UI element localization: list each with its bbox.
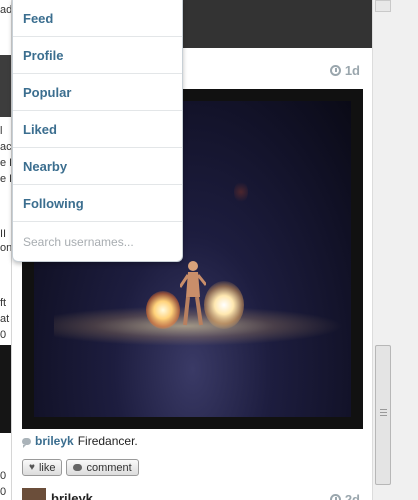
menu-item-nearby[interactable]: Nearby	[13, 148, 182, 185]
photo-fire-right	[204, 281, 244, 329]
search-usernames-input[interactable]	[23, 235, 173, 249]
clock-icon	[329, 494, 341, 500]
scrollbar-grip	[380, 409, 387, 410]
left-fragment: II	[0, 228, 7, 240]
next-post-username[interactable]: brileyk	[51, 491, 93, 500]
page: ad l ac e L e D II on ft at 0 0 0 1d	[0, 0, 418, 500]
clock-icon	[329, 65, 341, 76]
scrollbar-grip	[380, 415, 387, 416]
nav-dropdown-menu: Feed Profile Popular Liked Nearby Follow…	[12, 0, 183, 262]
menu-item-profile[interactable]: Profile	[13, 37, 182, 74]
menu-item-liked[interactable]: Liked	[13, 111, 182, 148]
scrollbar-up-arrow[interactable]	[375, 0, 391, 12]
left-thumbnail	[0, 345, 11, 433]
left-fragment: ft	[0, 297, 7, 309]
left-fragment: e D	[0, 173, 11, 185]
menu-item-following[interactable]: Following	[13, 185, 182, 222]
left-fragment: ac	[0, 141, 12, 153]
scrollbar-grip	[380, 412, 387, 413]
like-button[interactable]: ♥ like	[22, 459, 63, 476]
scrollbar-thumb[interactable]	[375, 345, 391, 485]
left-fragment: on	[0, 242, 12, 254]
left-fragment: l	[0, 125, 3, 137]
post-time: 1d	[344, 63, 360, 78]
next-post-time: 2d	[344, 492, 360, 500]
left-fragment: e L	[0, 157, 11, 169]
comment-button[interactable]: comment	[66, 459, 139, 476]
avatar[interactable]	[22, 488, 46, 500]
post-actions: ♥ like comment	[22, 459, 139, 476]
scrollbar[interactable]	[372, 0, 418, 500]
caption-text: Firedancer.	[77, 434, 138, 448]
left-fragment: 0	[0, 486, 7, 498]
left-fragment: 0	[0, 329, 7, 341]
like-label: like	[38, 461, 56, 474]
left-fragment: ad	[0, 4, 12, 16]
comment-bubble-icon	[22, 437, 31, 448]
menu-item-popular[interactable]: Popular	[13, 74, 182, 111]
photo-dancer	[180, 261, 206, 326]
comment-label: comment	[86, 461, 132, 474]
next-post-timestamp: 2d	[329, 492, 360, 500]
post-timestamp: 1d	[329, 63, 360, 78]
left-thumbnail	[0, 55, 11, 117]
post-caption: brileyk Firedancer.	[22, 434, 138, 448]
menu-search-row	[13, 222, 182, 262]
left-fragment: 0	[0, 470, 7, 482]
photo-fire-left	[146, 291, 180, 329]
caption-username[interactable]: brileyk	[35, 434, 74, 448]
heart-icon: ♥	[29, 462, 35, 473]
left-fragment: at	[0, 313, 10, 325]
photo-ember	[234, 181, 248, 203]
menu-item-feed[interactable]: Feed	[13, 0, 182, 37]
left-panel-strip: ad l ac e L e D II on ft at 0 0 0	[0, 0, 12, 500]
comment-icon	[73, 464, 83, 471]
